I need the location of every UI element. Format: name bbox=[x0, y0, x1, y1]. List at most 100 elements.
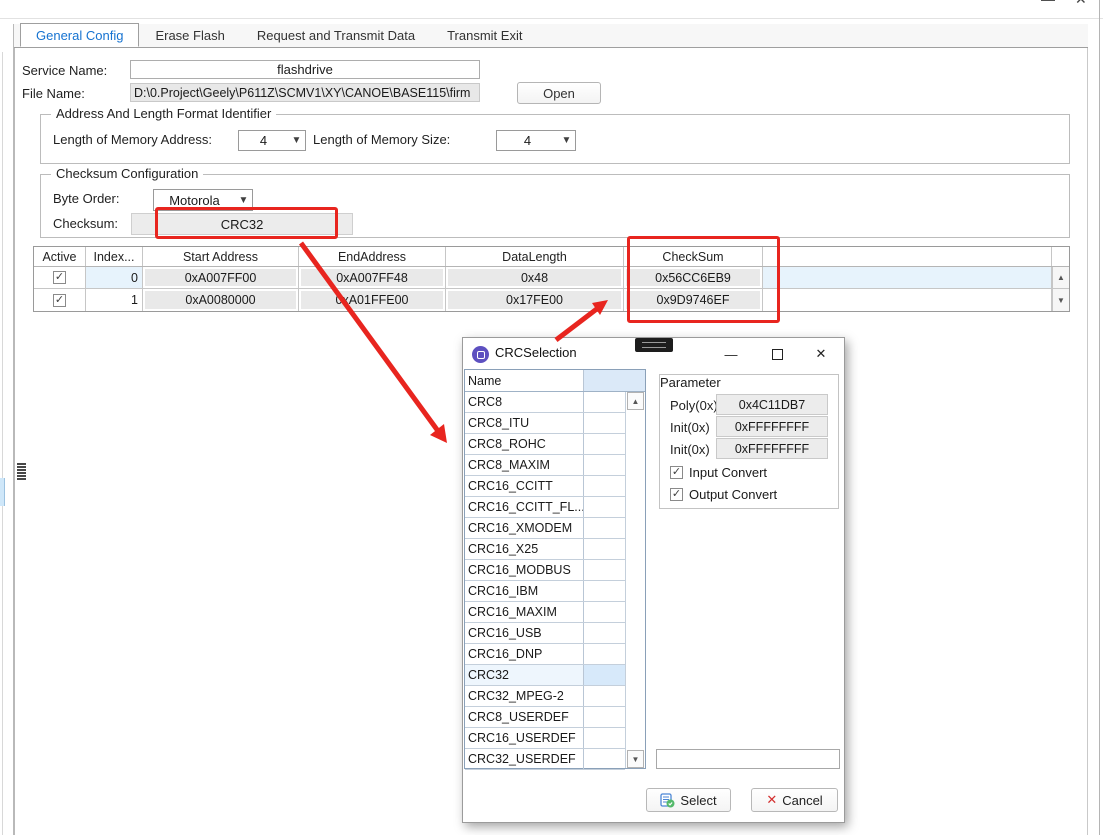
list-item[interactable]: CRC16_USERDEF bbox=[465, 728, 625, 749]
checksum-label: Checksum: bbox=[53, 216, 118, 231]
annotation-rect-checksum-field bbox=[155, 207, 338, 239]
init2-label: Init(0x) bbox=[670, 442, 716, 457]
chevron-down-icon[interactable]: ▼ bbox=[558, 135, 575, 146]
col-header-index[interactable]: Index... bbox=[86, 247, 143, 266]
tab-transmit-exit[interactable]: Transmit Exit bbox=[431, 23, 538, 47]
start-address-cell[interactable]: 0xA007FF00 bbox=[143, 267, 299, 288]
memory-address-label: Length of Memory Address: bbox=[53, 132, 212, 147]
parameter-group-title: Parameter bbox=[660, 375, 838, 390]
service-name-input[interactable]: flashdrive bbox=[130, 60, 480, 79]
select-list-check-icon bbox=[660, 793, 675, 808]
list-item[interactable]: CRC8_ITU bbox=[465, 413, 625, 434]
start-address-cell[interactable]: 0xA0080000 bbox=[143, 289, 299, 311]
active-cell[interactable]: ✓ bbox=[34, 267, 86, 288]
crc-list: Name CRC8 CRC8_ITU CRC8_ROHC CRC8_MAXIM … bbox=[464, 369, 646, 769]
input-convert-label: Input Convert bbox=[689, 465, 767, 480]
input-convert-checkbox[interactable]: ✓ Input Convert bbox=[670, 465, 767, 480]
col-header-end-address[interactable]: EndAddress bbox=[299, 247, 446, 266]
scroll-down-icon: ▼ bbox=[1057, 296, 1065, 305]
checksum-group-title: Checksum Configuration bbox=[51, 166, 203, 181]
byte-order-value: Motorola bbox=[154, 193, 235, 208]
tab-erase-flash[interactable]: Erase Flash bbox=[139, 23, 240, 47]
list-item[interactable]: CRC16_MODBUS bbox=[465, 560, 625, 581]
checkbox-checked-icon[interactable]: ✓ bbox=[53, 271, 66, 284]
output-convert-checkbox[interactable]: ✓ Output Convert bbox=[670, 487, 777, 502]
index-cell[interactable]: 1 bbox=[86, 289, 143, 311]
active-cell[interactable]: ✓ bbox=[34, 289, 86, 311]
list-item[interactable]: CRC16_CCITT bbox=[465, 476, 625, 497]
list-item[interactable]: CRC16_USB bbox=[465, 623, 625, 644]
list-item[interactable]: CRC16_DNP bbox=[465, 644, 625, 665]
dialog-minimize-button[interactable]: — bbox=[713, 342, 749, 366]
left-outer-border bbox=[2, 52, 3, 835]
list-item[interactable]: CRC8_USERDEF bbox=[465, 707, 625, 728]
list-scroll-up-button[interactable]: ▲ bbox=[627, 392, 644, 410]
file-name-input[interactable]: D:\0.Project\Geely\P611Z\SCMV1\XY\CANOE\… bbox=[130, 83, 480, 102]
close-icon: ✕ bbox=[816, 346, 827, 362]
open-button[interactable]: Open bbox=[517, 82, 601, 104]
close-icon[interactable]: ✕ bbox=[1075, 0, 1087, 8]
list-item[interactable]: CRC16_MAXIM bbox=[465, 602, 625, 623]
tab-request-transmit-data[interactable]: Request and Transmit Data bbox=[241, 23, 431, 47]
crc-app-icon bbox=[472, 346, 489, 363]
checkbox-checked-icon[interactable]: ✓ bbox=[670, 488, 683, 501]
col-header-active[interactable]: Active bbox=[34, 247, 86, 266]
poly-field[interactable]: 0x4C11DB7 bbox=[716, 394, 828, 415]
scroll-down-icon: ▼ bbox=[632, 755, 640, 764]
annotation-rect-checksum-column bbox=[627, 236, 780, 323]
parameter-group: Parameter Poly(0x) 0x4C11DB7 Init(0x) 0x… bbox=[659, 374, 839, 509]
maximize-icon bbox=[772, 349, 783, 360]
tab-general-config[interactable]: General Config bbox=[20, 23, 139, 47]
name-column-header[interactable]: Name bbox=[465, 370, 584, 391]
dialog-close-button[interactable]: ✕ bbox=[803, 342, 839, 366]
table-scroll-up[interactable]: ▲ bbox=[1052, 267, 1069, 288]
index-cell[interactable]: 0 bbox=[86, 267, 143, 288]
init1-label: Init(0x) bbox=[670, 420, 716, 435]
list-item[interactable]: CRC8_ROHC bbox=[465, 434, 625, 455]
file-name-label: File Name: bbox=[22, 86, 85, 101]
dialog-titlebar[interactable]: CRCSelection — ✕ bbox=[463, 338, 844, 369]
table-scroll-down[interactable]: ▼ bbox=[1052, 289, 1069, 311]
list-item[interactable]: CRC8 bbox=[465, 392, 625, 413]
list-item[interactable]: CRC16_X25 bbox=[465, 539, 625, 560]
byte-order-label: Byte Order: bbox=[53, 191, 119, 206]
end-address-cell[interactable]: 0xA007FF48 bbox=[299, 267, 446, 288]
list-item[interactable]: CRC8_MAXIM bbox=[465, 455, 625, 476]
crc-list-header: Name bbox=[465, 370, 645, 392]
memory-size-combobox[interactable]: 4 ▼ bbox=[496, 130, 576, 151]
data-length-cell[interactable]: 0x17FE00 bbox=[446, 289, 624, 311]
list-item[interactable]: CRC32_USERDEF bbox=[465, 749, 625, 770]
table-row: ✓ 1 0xA0080000 0xA01FFE00 0x17FE00 0x9D9… bbox=[34, 289, 1069, 311]
list-item-selected[interactable]: CRC32 bbox=[465, 665, 625, 686]
chevron-down-icon[interactable]: ▼ bbox=[288, 135, 305, 146]
checkbox-checked-icon[interactable]: ✓ bbox=[670, 466, 683, 479]
segments-table: Active Index... Start Address EndAddress… bbox=[33, 246, 1070, 312]
cancel-button[interactable]: ✕ Cancel bbox=[751, 788, 838, 812]
scroll-up-icon: ▲ bbox=[1057, 273, 1065, 282]
list-scrollbar[interactable]: ▲ ▼ bbox=[625, 392, 645, 768]
list-item[interactable]: CRC16_CCITT_FL... bbox=[465, 497, 625, 518]
data-length-cell[interactable]: 0x48 bbox=[446, 267, 624, 288]
col-header-data-length[interactable]: DataLength bbox=[446, 247, 624, 266]
minimize-icon: — bbox=[725, 347, 738, 362]
end-address-cell[interactable]: 0xA01FFE00 bbox=[299, 289, 446, 311]
right-panel-border bbox=[1087, 24, 1088, 835]
filler-cell bbox=[763, 267, 1052, 288]
docked-panel-tab[interactable] bbox=[0, 478, 5, 506]
list-item[interactable]: CRC32_MPEG-2 bbox=[465, 686, 625, 707]
select-button[interactable]: Select bbox=[646, 788, 731, 812]
titlebar-divider bbox=[0, 18, 1103, 19]
memory-address-combobox[interactable]: 4 ▼ bbox=[238, 130, 306, 151]
init2-field[interactable]: 0xFFFFFFFF bbox=[716, 438, 828, 459]
splitter-grip[interactable] bbox=[17, 463, 26, 481]
list-item[interactable]: CRC16_IBM bbox=[465, 581, 625, 602]
init1-field[interactable]: 0xFFFFFFFF bbox=[716, 416, 828, 437]
chevron-down-icon[interactable]: ▼ bbox=[235, 195, 252, 206]
dialog-maximize-button[interactable] bbox=[759, 342, 795, 366]
empty-value-box[interactable] bbox=[656, 749, 840, 769]
list-scroll-down-button[interactable]: ▼ bbox=[627, 750, 644, 768]
minimize-icon[interactable]: — bbox=[1041, 0, 1055, 7]
list-item[interactable]: CRC16_XMODEM bbox=[465, 518, 625, 539]
checkbox-checked-icon[interactable]: ✓ bbox=[53, 294, 66, 307]
col-header-start-address[interactable]: Start Address bbox=[143, 247, 299, 266]
